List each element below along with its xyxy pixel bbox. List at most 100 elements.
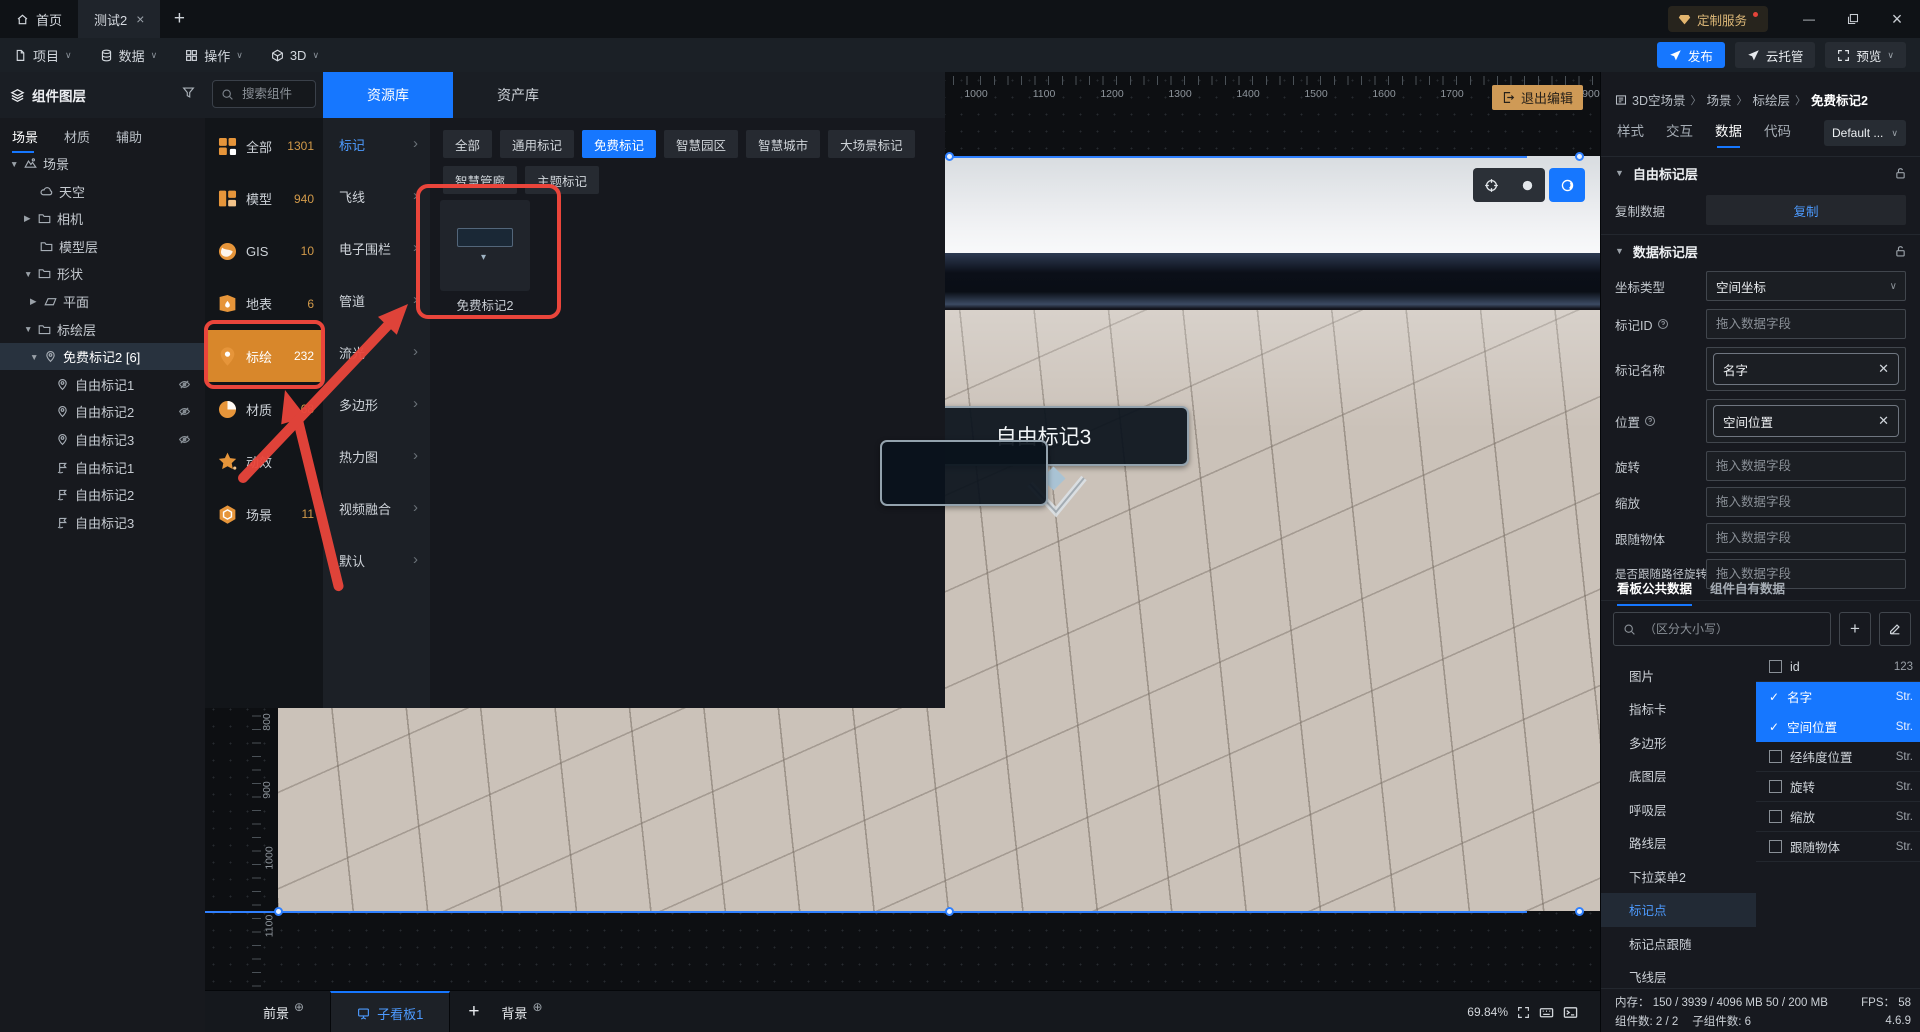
component-search[interactable] [212,80,316,108]
subcategory-多边形[interactable]: 多边形› [323,378,430,430]
checkbox-icon[interactable] [1769,810,1782,823]
library-item-card[interactable]: ▾ [440,200,530,291]
help-icon[interactable] [1644,415,1656,427]
tree-item-标绘层[interactable]: ▼标绘层 [0,316,205,343]
tree-item-平面[interactable]: ▶平面 [0,288,205,315]
library-tab-resources[interactable]: 资源库 [323,72,453,118]
menu-project[interactable]: 项目∨ [0,38,86,72]
selection-handle-top[interactable] [945,152,954,161]
caret-down-icon[interactable]: ▼ [24,269,34,279]
data-source-路线层[interactable]: 路线层 [1601,826,1756,860]
data-source-底图层[interactable]: 底图层 [1601,759,1756,793]
tree-item-自由标记2[interactable]: 自由标记2 [0,481,205,508]
field-select[interactable]: 空间坐标∨ [1706,271,1906,301]
tree-item-自由标记3[interactable]: 自由标记3 [0,426,205,453]
data-source-呼吸层[interactable]: 呼吸层 [1601,792,1756,826]
breadcrumb-item[interactable]: 标绘层 [1753,90,1791,109]
clear-chip-icon[interactable]: ✕ [1878,361,1889,377]
category-全部[interactable]: 全部1301 [205,120,323,172]
keyboard-shortcuts-icon[interactable] [1539,1005,1554,1020]
menu-data[interactable]: 数据∨ [86,38,172,72]
clear-chip-icon[interactable]: ✕ [1878,413,1889,429]
edit-data-button[interactable] [1879,612,1911,646]
field-input[interactable] [1707,317,1905,331]
tree-item-场景[interactable]: ▼场景 [0,150,205,177]
data-field-经纬度位置[interactable]: 经纬度位置Str. [1756,742,1920,772]
data-field-缩放[interactable]: 缩放Str. [1756,802,1920,832]
menu-3d[interactable]: 3D∨ [257,38,333,72]
service-badge[interactable]: 定制服务 [1668,6,1768,32]
chip-智慧园区[interactable]: 智慧园区 [664,130,738,158]
layer-tab-1[interactable]: 场景 [12,118,38,153]
section-data-marker-layer[interactable]: ▼数据标记层 [1601,234,1920,267]
publish-button[interactable]: 发布 [1657,42,1725,68]
filter-icon[interactable] [182,86,195,99]
inspector-tab-1[interactable]: 样式 [1617,120,1644,148]
add-board-button[interactable]: + [468,1001,479,1023]
data-field-跟随物体[interactable]: 跟随物体Str. [1756,832,1920,862]
caret-right-icon[interactable]: ▶ [30,296,40,307]
data-field-空间位置[interactable]: ✓空间位置Str. [1756,712,1920,742]
add-data-button[interactable]: + [1839,612,1871,646]
foreground-section[interactable]: 前景⊕ [263,1003,304,1022]
breadcrumb-item[interactable]: 免费标记2 [1811,90,1868,109]
inspector-tab-3[interactable]: 数据 [1715,120,1742,148]
compass-mode-button[interactable] [1549,168,1585,202]
subcategory-流光[interactable]: 流光› [323,326,430,378]
data-chip[interactable]: 名字✕ [1713,353,1899,385]
caret-right-icon[interactable]: ▶ [24,213,34,224]
preview-button[interactable]: 预览∨ [1825,42,1906,68]
tree-item-自由标记1[interactable]: 自由标记1 [0,371,205,398]
eye-off-icon[interactable] [178,433,191,446]
category-场景[interactable]: 场景11 [205,488,323,540]
add-background-icon[interactable]: ⊕ [532,1000,542,1014]
chip-通用标记[interactable]: 通用标记 [500,130,574,158]
data-source-多边形[interactable]: 多边形 [1601,725,1756,759]
checkbox-icon[interactable] [1769,780,1782,793]
tree-item-自由标记3[interactable]: 自由标记3 [0,509,205,536]
checkbox-icon[interactable] [1769,840,1782,853]
selection-handle-bottom-right[interactable] [1575,907,1584,916]
layer-tab-2[interactable]: 材质 [64,118,90,153]
selection-handle-bottom-left[interactable] [274,907,283,916]
field-input[interactable] [1707,531,1905,545]
category-标绘[interactable]: 标绘232 [205,330,323,382]
breadcrumb-item[interactable]: 场景 [1706,90,1731,109]
data-search-input[interactable] [1642,621,1796,637]
console-icon[interactable] [1563,1005,1578,1020]
selection-handle-top-right[interactable] [1575,152,1584,161]
data-search[interactable] [1613,612,1831,646]
subcategory-视频融合[interactable]: 视频融合› [323,482,430,534]
eye-off-icon[interactable] [178,405,191,418]
subcategory-热力图[interactable]: 热力图› [323,430,430,482]
data-source-下拉菜单2[interactable]: 下拉菜单2 [1601,859,1756,893]
caret-down-icon[interactable]: ▼ [24,324,34,334]
subcategory-飞线[interactable]: 飞线› [323,170,430,222]
window-minimize-button[interactable]: — [1794,4,1824,34]
chip-智慧城市[interactable]: 智慧城市 [746,130,820,158]
subcategory-管道[interactable]: 管道› [323,274,430,326]
data-field-名字[interactable]: ✓名字Str. [1756,682,1920,712]
exit-edit-button[interactable]: 退出编辑 [1492,85,1583,110]
category-动效[interactable]: 动效 [205,436,323,488]
doc-tab-1[interactable]: 首页 [0,0,78,38]
doc-tab-2[interactable]: 测试2× [78,0,160,38]
caret-down-icon[interactable]: ▼ [30,352,40,362]
eye-off-icon[interactable] [178,378,191,391]
subcategory-电子围栏[interactable]: 电子围栏› [323,222,430,274]
new-tab-button[interactable]: + [160,0,198,38]
component-search-input[interactable] [240,86,308,102]
tree-item-自由标记2[interactable]: 自由标记2 [0,398,205,425]
data-tab-2[interactable]: 组件自有数据 [1710,578,1785,606]
caret-down-icon[interactable]: ▼ [1615,246,1624,256]
caret-down-icon[interactable]: ▼ [10,159,20,169]
state-dropdown[interactable]: Default ...∨ [1824,120,1906,146]
caret-down-icon[interactable]: ▼ [1615,168,1624,178]
chip-大场景标记[interactable]: 大场景标记 [828,130,915,158]
field-input[interactable] [1707,495,1905,509]
data-source-图片[interactable]: 图片 [1601,658,1756,692]
tree-item-相机[interactable]: ▶相机 [0,205,205,232]
checkbox-icon[interactable] [1769,750,1782,763]
library-tab-assets[interactable]: 资产库 [453,72,583,118]
subcategory-标记[interactable]: 标记› [323,118,430,170]
